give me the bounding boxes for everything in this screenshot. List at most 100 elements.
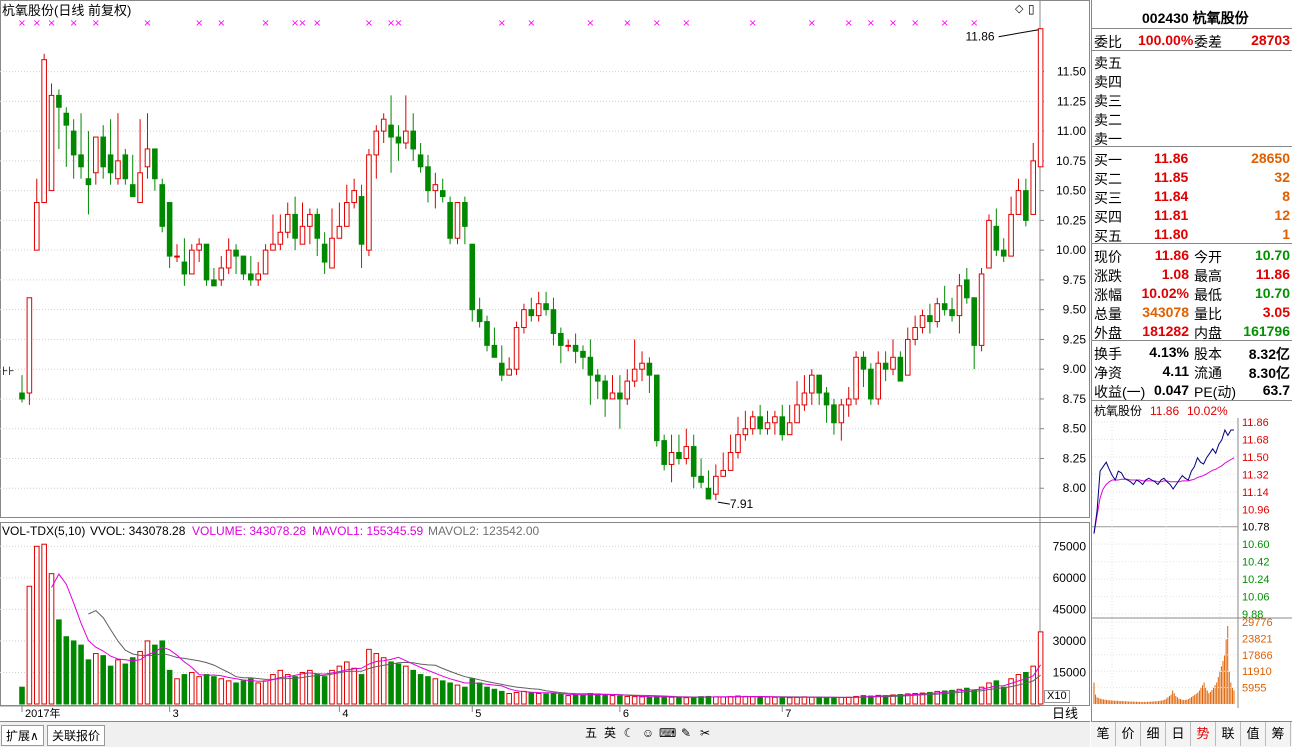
volume-bar (550, 692, 557, 705)
candle-body (476, 309, 483, 323)
volume-bar (93, 653, 99, 705)
candle-body (890, 356, 896, 370)
candle-body (447, 202, 453, 239)
price-axis-label: 11.25 (1057, 94, 1086, 108)
signal-marker: × (682, 18, 690, 29)
candle-body (159, 184, 166, 227)
period-label[interactable]: 日线 (1052, 707, 1078, 720)
volume-bar (41, 543, 47, 705)
mini-price-label: 11.86 (1242, 418, 1269, 429)
side-tab[interactable]: 笔 (1091, 722, 1116, 746)
volume-bar (351, 667, 357, 705)
keyboard-icon[interactable]: ⌨ (659, 725, 676, 741)
weibi-value: 100.00% (1138, 32, 1194, 48)
volume-bar (558, 694, 564, 705)
side-tab[interactable]: 筹 (1266, 722, 1291, 746)
price-frame (0, 0, 1090, 518)
quote-label: 外盘 (1094, 325, 1122, 341)
volume-bar (609, 695, 616, 705)
tab-related-quotes[interactable]: 关联报价 (47, 725, 106, 746)
vol-indicator-mavol2: MAVOL2: 123542.00 (428, 524, 540, 538)
wubi-icon[interactable]: 五 (583, 725, 599, 741)
intraday-chart[interactable]: 11.86 11.68 11.50 11.32 11.14 10.96 10.78 10.60… (1092, 418, 1292, 718)
candle-body (971, 297, 977, 346)
volume-bar (100, 655, 106, 705)
candle-body (794, 404, 800, 424)
volume-bar (624, 695, 631, 705)
candle-body (107, 154, 114, 174)
window-icon[interactable]: ▯ (1028, 3, 1035, 15)
mini-vol-label: 17866 (1242, 650, 1273, 662)
stock-header-text: 002430 杭氧股份 (1142, 10, 1249, 26)
candle-body (1000, 249, 1007, 257)
volume-bar (683, 697, 690, 705)
volume-bar (631, 696, 638, 705)
side-tab[interactable]: 日 (1166, 722, 1191, 746)
buy-level-volume: 28650 (1251, 150, 1290, 166)
volume-bar (698, 696, 704, 705)
candle-body (860, 356, 867, 370)
signal-marker: × (313, 18, 321, 29)
volume-bar (78, 644, 84, 705)
intraday-price-line (1093, 428, 1234, 534)
tab-expand[interactable]: 扩展∧ (1, 725, 44, 746)
kline-chart[interactable]: 8.00 8.25 8.50 8.75 9.00 9.25 9.50 9.75 10.00 10.… (0, 0, 1090, 720)
candle-body (336, 225, 343, 239)
volume-bar (447, 682, 453, 705)
price-axis-label: 9.50 (1063, 303, 1087, 317)
weicha-label: 委差 (1194, 34, 1222, 50)
candle-body (558, 332, 564, 346)
buy-level-volume: 32 (1274, 169, 1290, 185)
side-tab[interactable]: 势 (1191, 722, 1216, 746)
restore-icon[interactable]: ◇ (1015, 4, 1023, 15)
side-tab[interactable]: 价 (1116, 722, 1141, 746)
english-icon[interactable]: 英 (602, 725, 618, 741)
candle-body (262, 249, 269, 275)
volume-bar (654, 695, 660, 705)
candle-body (594, 374, 601, 382)
candle-body (33, 202, 40, 251)
mini-price-label: 10.60 (1242, 539, 1270, 551)
buy-level-price: 11.85 (1154, 169, 1189, 185)
quote-value: 10.70 (1254, 285, 1290, 301)
volume-bar (122, 663, 129, 705)
candle-body (388, 124, 394, 138)
date-label: 4 (342, 708, 348, 720)
side-tab[interactable]: 细 (1141, 722, 1166, 746)
mini-title: 杭氧股份 (1094, 404, 1143, 418)
volume-bar (565, 695, 572, 705)
quote-row: 涨幅 10.02% 最低 10.70 (1092, 283, 1292, 303)
pen-icon[interactable]: ✎ (678, 725, 694, 741)
candle-body (41, 59, 47, 204)
candle-body (941, 303, 948, 311)
candle-body (152, 148, 158, 180)
side-tab[interactable]: 值 (1241, 722, 1266, 746)
volume-bar (742, 695, 749, 705)
volume-bar (779, 696, 786, 705)
scissors-icon[interactable]: ✂ (697, 725, 713, 741)
candle-body (831, 404, 837, 424)
candle-body (498, 362, 505, 376)
emoji-icon[interactable]: ☺ (640, 725, 656, 741)
candle-body (115, 160, 121, 180)
volume-bar (211, 676, 217, 705)
candle-body (343, 202, 350, 227)
volume-bar (307, 669, 313, 705)
price-axis-label: 8.75 (1063, 392, 1087, 406)
side-tab[interactable]: 联 (1216, 722, 1241, 746)
mini-price-label: 10.06 (1242, 592, 1270, 604)
volume-bar (572, 694, 579, 705)
low-label: 7.91 (730, 497, 754, 511)
vol-axis-label: 15000 (1053, 665, 1087, 679)
candle-body (417, 154, 424, 168)
date-label: 2017年 (25, 706, 60, 720)
price-axis-label: 9.25 (1063, 332, 1087, 346)
volume-bar (484, 686, 490, 705)
fin-value: 4.13% (1149, 344, 1189, 360)
volume-bar (188, 671, 195, 705)
volume-bar (757, 696, 763, 705)
moon-icon[interactable]: ☾ (621, 725, 637, 741)
volume-bar (838, 696, 845, 705)
date-label: 7 (785, 708, 791, 720)
candle-body (676, 452, 682, 459)
